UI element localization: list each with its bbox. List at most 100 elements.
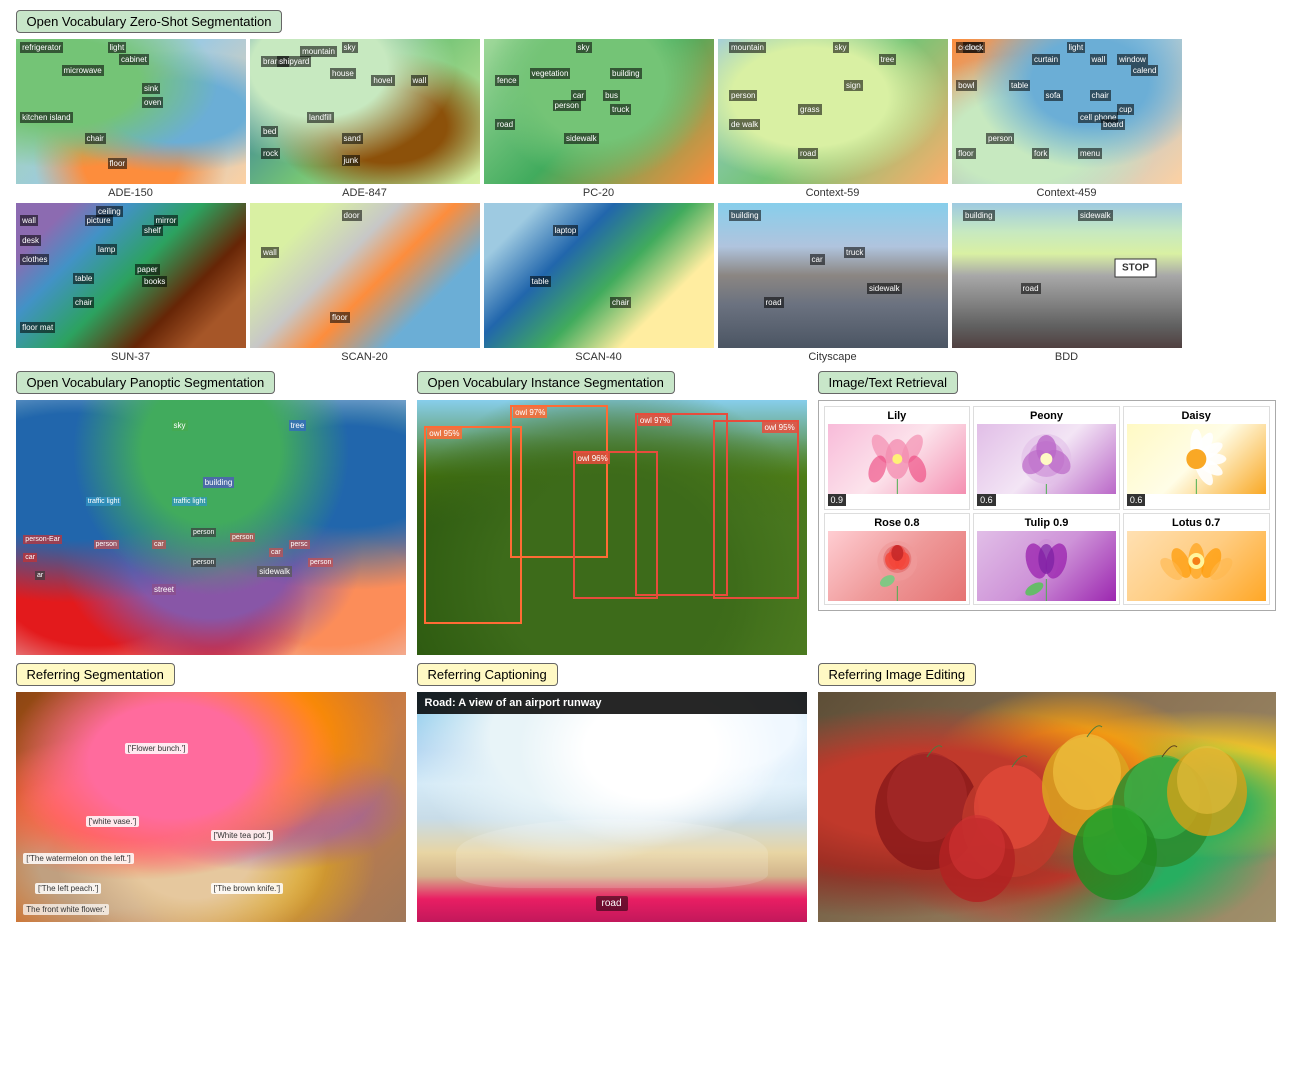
label-cityscape: Cityscape bbox=[808, 351, 856, 363]
middle-row: Open Vocabulary Panoptic Segmentation sk… bbox=[16, 371, 1276, 655]
zero-shot-section: Open Vocabulary Zero-Shot Segmentation r… bbox=[16, 10, 1276, 363]
label-scan20: SCAN-20 bbox=[341, 351, 387, 363]
retrieval-lotus: Lotus 0.7 bbox=[1123, 513, 1270, 605]
label-building-panoptic: building bbox=[203, 477, 235, 488]
detect-label-owl5: owl 95% bbox=[762, 422, 796, 433]
daisy-svg bbox=[1127, 424, 1266, 494]
label-lamp-sun37: lamp bbox=[96, 244, 117, 255]
label-ade847: ADE-847 bbox=[342, 187, 387, 199]
label-trafficlight2-panoptic: traffic light bbox=[172, 497, 208, 506]
label-chair: chair bbox=[85, 133, 106, 144]
img-container-sun37: ceiling wall picture shelf mirror desk l… bbox=[16, 203, 246, 363]
seg-img-cityscape: building car truck road sidewalk bbox=[718, 203, 948, 348]
label-sky-847: sky bbox=[342, 42, 358, 53]
label-shelf-sun37: shelf bbox=[142, 225, 163, 236]
label-fence: fence bbox=[495, 75, 519, 86]
retrieval-section: Image/Text Retrieval Lily bbox=[818, 371, 1276, 655]
label-road-ctx59: road bbox=[798, 148, 818, 159]
label-dewalk-ctx59: de walk bbox=[729, 119, 760, 130]
label-laptop-scan40: laptop bbox=[553, 225, 579, 236]
label-sink: sink bbox=[142, 83, 160, 94]
label-road-bdd: road bbox=[1021, 283, 1041, 294]
label-refrigerator: refrigerator bbox=[20, 42, 63, 53]
label-trafficlight-panoptic: traffic light bbox=[86, 497, 122, 506]
label-landfill: landfill bbox=[307, 112, 334, 123]
tulip-img bbox=[977, 531, 1116, 601]
label-wall-sun37: wall bbox=[20, 215, 38, 226]
ref-editing-section: Referring Image Editing bbox=[818, 663, 1276, 922]
peony-img bbox=[977, 424, 1116, 494]
ref-caption-image: Road: A view of an airport runway road bbox=[417, 692, 807, 922]
label-table-scan40: table bbox=[530, 276, 551, 287]
label-person6-panoptic: person bbox=[191, 528, 216, 537]
label-wall-scan20: wall bbox=[261, 247, 279, 258]
img-container-scan20: door wall floor SCAN-20 bbox=[250, 203, 480, 363]
label-paper-sun37: paper bbox=[135, 264, 159, 275]
label-building-city: building bbox=[729, 210, 761, 221]
img-container-cityscape: building car truck road sidewalk Citysca… bbox=[718, 203, 948, 363]
seg-img-scan40: laptop table chair bbox=[484, 203, 714, 348]
retrieval-grid: Lily bbox=[824, 406, 1270, 605]
label-picture-sun37: picture bbox=[85, 215, 113, 226]
daisy-img bbox=[1127, 424, 1266, 494]
label-person-pc20: person bbox=[553, 100, 581, 111]
tulip-name-score: Tulip 0.9 bbox=[1025, 517, 1069, 529]
lily-name: Lily bbox=[887, 410, 906, 422]
retrieval-rose: Rose 0.8 bbox=[824, 513, 971, 605]
lotus-svg bbox=[1127, 531, 1266, 601]
label-road-pc20: road bbox=[495, 119, 515, 130]
ref-editing-image bbox=[818, 692, 1276, 922]
label-floor-ctx459: floor bbox=[956, 148, 976, 159]
ref-label-knife: ['The brown knife.'] bbox=[211, 883, 284, 894]
retrieval-daisy: Daisy bbox=[1123, 406, 1270, 510]
apples-svg bbox=[818, 692, 1276, 922]
label-building-bdd: building bbox=[963, 210, 995, 221]
label-person4-panoptic: person bbox=[308, 558, 333, 567]
rose-svg bbox=[828, 531, 967, 601]
label-sidewalk-panoptic: sidewalk bbox=[257, 566, 292, 577]
label-calendar-ctx459: calend bbox=[1131, 65, 1159, 76]
panoptic-section: Open Vocabulary Panoptic Segmentation sk… bbox=[16, 371, 411, 655]
label-building-pc20: building bbox=[610, 68, 642, 79]
detect-box-owl1: owl 95% bbox=[424, 426, 522, 625]
label-sky-ctx59: sky bbox=[833, 42, 849, 53]
label-person2-panoptic: person bbox=[94, 540, 119, 549]
ref-label-flower: The front white flower.' bbox=[23, 904, 109, 915]
label-person5-panoptic: person bbox=[191, 558, 216, 567]
label-hovel: hovel bbox=[371, 75, 394, 86]
retrieval-grid-container: Lily bbox=[818, 400, 1276, 611]
daisy-name: Daisy bbox=[1181, 410, 1210, 422]
img-container-ade150: refrigerator light cabinet microwave kit… bbox=[16, 39, 246, 199]
ref-label-peach: ['The left peach.'] bbox=[35, 883, 101, 894]
ref-seg-image: ['Flower bunch.'] ['white vase.'] ['Whit… bbox=[16, 692, 406, 922]
label-clock-ctx459: clock bbox=[963, 42, 985, 53]
label-fork-ctx459: fork bbox=[1032, 148, 1049, 159]
label-clothes-sun37: clothes bbox=[20, 254, 49, 265]
label-chair-sun37: chair bbox=[73, 297, 94, 308]
retrieval-peony: Peony 0.6 bbox=[973, 406, 1120, 510]
label-bus-pc20: bus bbox=[603, 90, 620, 101]
daisy-score: 0.6 bbox=[1127, 494, 1146, 506]
label-sun37: SUN-37 bbox=[111, 351, 150, 363]
bottom-row: Referring Segmentation ['Flower bunch.']… bbox=[16, 663, 1276, 922]
seg-row-1: refrigerator light cabinet microwave kit… bbox=[16, 39, 1276, 199]
label-floor: floor bbox=[108, 158, 128, 169]
label-ade150: ADE-150 bbox=[108, 187, 153, 199]
label-light: light bbox=[108, 42, 127, 53]
tulip-svg bbox=[977, 531, 1116, 601]
label-sky-pc20: sky bbox=[576, 42, 592, 53]
ref-caption-section: Referring Captioning Road: A view of an … bbox=[417, 663, 812, 922]
label-bdd: BDD bbox=[1055, 351, 1078, 363]
retrieval-header: Image/Text Retrieval bbox=[818, 371, 959, 394]
panoptic-header: Open Vocabulary Panoptic Segmentation bbox=[16, 371, 276, 394]
ref-seg-section: Referring Segmentation ['Flower bunch.']… bbox=[16, 663, 411, 922]
label-light-ctx459: light bbox=[1067, 42, 1086, 53]
zero-shot-header: Open Vocabulary Zero-Shot Segmentation bbox=[16, 10, 283, 33]
label-board-ctx459: board bbox=[1101, 119, 1125, 130]
stop-sign: STOP bbox=[1115, 259, 1156, 278]
instance-image: owl 95% owl 97% owl 96% owl 97% owl 95% bbox=[417, 400, 807, 655]
detect-label-owl2: owl 97% bbox=[513, 407, 547, 418]
label-tree-panoptic: tree bbox=[289, 420, 307, 431]
label-ctx459: Context-459 bbox=[1037, 187, 1097, 199]
detect-label-owl3: owl 96% bbox=[576, 453, 610, 464]
